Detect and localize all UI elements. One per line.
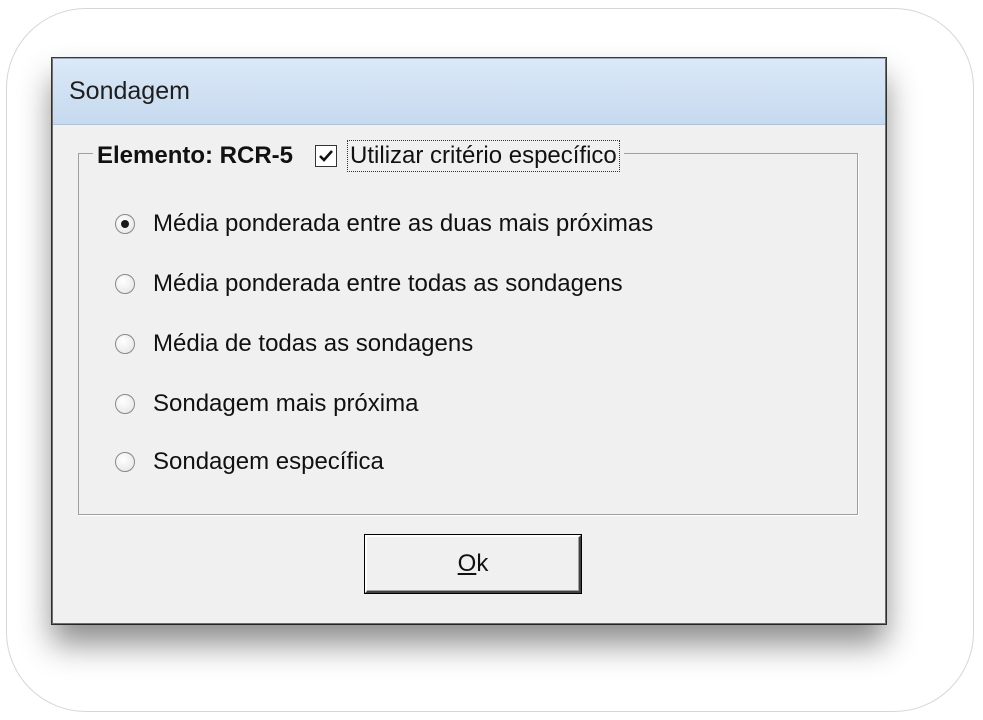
radio-selected-dot [121, 220, 129, 228]
radio-option-nearest[interactable]: Sondagem mais próxima [115, 387, 418, 421]
title-bar[interactable]: Sondagem [53, 59, 885, 125]
radio-button[interactable] [115, 394, 135, 414]
radio-button[interactable] [115, 214, 135, 234]
radio-option-weighted-two-nearest[interactable]: Média ponderada entre as duas mais próxi… [115, 207, 653, 241]
window-title: Sondagem [69, 77, 190, 105]
specific-criteria-checkbox[interactable] [315, 145, 338, 167]
groupbox-header: Elemento: RCR-5 Utilizar critério especí… [93, 139, 624, 173]
radio-label[interactable]: Sondagem específica [153, 448, 384, 476]
radio-option-specific[interactable]: Sondagem específica [115, 445, 384, 479]
radio-option-average-all[interactable]: Média de todas as sondagens [115, 327, 473, 361]
ok-mnemonic: O [457, 550, 477, 577]
radio-option-weighted-all[interactable]: Média ponderada entre todas as sondagens [115, 267, 623, 301]
ok-label-rest: k [476, 550, 489, 577]
radio-button[interactable] [115, 452, 135, 472]
radio-label[interactable]: Média ponderada entre as duas mais próxi… [153, 210, 653, 238]
radio-label[interactable]: Média de todas as sondagens [153, 330, 473, 358]
radio-button[interactable] [115, 334, 135, 354]
ok-button[interactable]: Ok [365, 535, 581, 593]
radio-label[interactable]: Média ponderada entre todas as sondagens [153, 270, 623, 298]
checkmark-icon [319, 150, 334, 162]
radio-label[interactable]: Sondagem mais próxima [153, 390, 418, 418]
radio-button[interactable] [115, 274, 135, 294]
dialog-window: Sondagem Elemento: RCR-5 Utilizar critér… [52, 58, 886, 624]
specific-criteria-label[interactable]: Utilizar critério específico [347, 140, 620, 172]
element-label: Elemento: RCR-5 [97, 142, 294, 169]
